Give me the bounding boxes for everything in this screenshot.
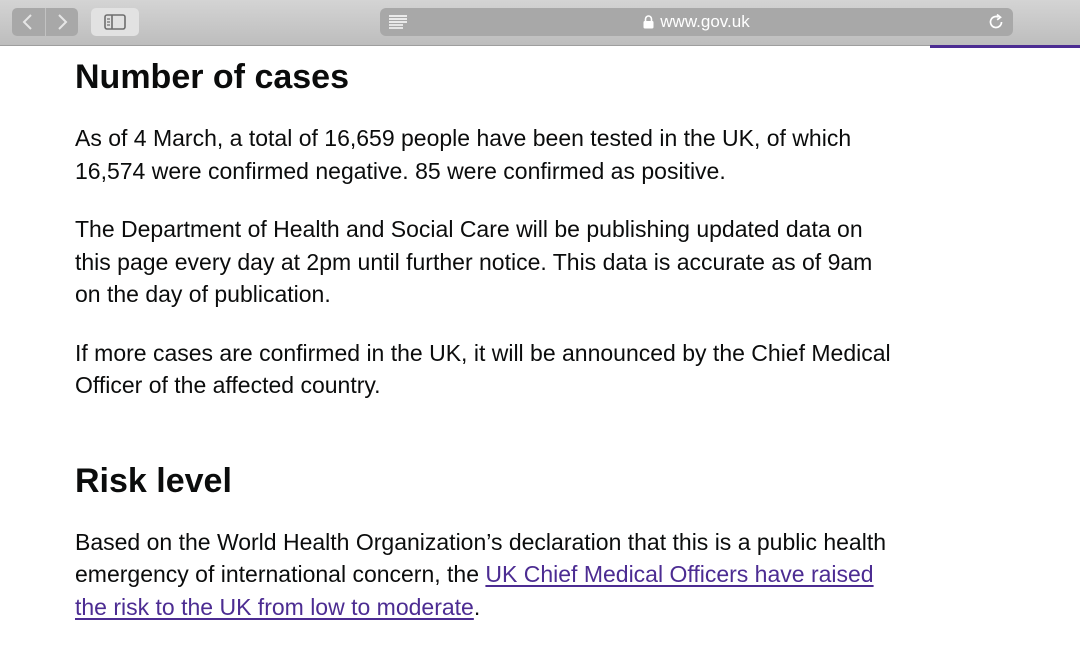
heading-number-of-cases: Number of cases <box>75 58 349 96</box>
browser-toolbar: www.gov.uk <box>0 0 1080 46</box>
heading-risk-level: Risk level <box>75 461 232 500</box>
cases-paragraph-announcement: If more cases are confirmed in the UK, i… <box>75 339 891 399</box>
url-display: www.gov.uk <box>380 8 1013 36</box>
page-accent-line <box>930 45 1080 48</box>
sidebar-toggle-button[interactable] <box>91 8 139 36</box>
cases-paragraph-publishing: The Department of Health and Social Care… <box>75 216 873 307</box>
sidebar-icon <box>104 14 126 30</box>
lock-icon <box>643 15 654 29</box>
navigation-buttons <box>12 8 78 36</box>
address-bar[interactable]: www.gov.uk <box>380 8 1013 36</box>
url-text: www.gov.uk <box>660 12 750 31</box>
chevron-left-icon[interactable] <box>12 8 45 36</box>
reload-icon[interactable] <box>987 13 1005 36</box>
chevron-right-icon[interactable] <box>44 8 79 36</box>
main-content: Number of cases As of 4 March, a total o… <box>75 46 895 623</box>
risk-paragraph-end: . <box>473 593 481 620</box>
cases-paragraph-tests: As of 4 March, a total of 16,659 people … <box>75 125 852 184</box>
risk-paragraph: Based on the World Health Organization’s… <box>75 526 895 624</box>
